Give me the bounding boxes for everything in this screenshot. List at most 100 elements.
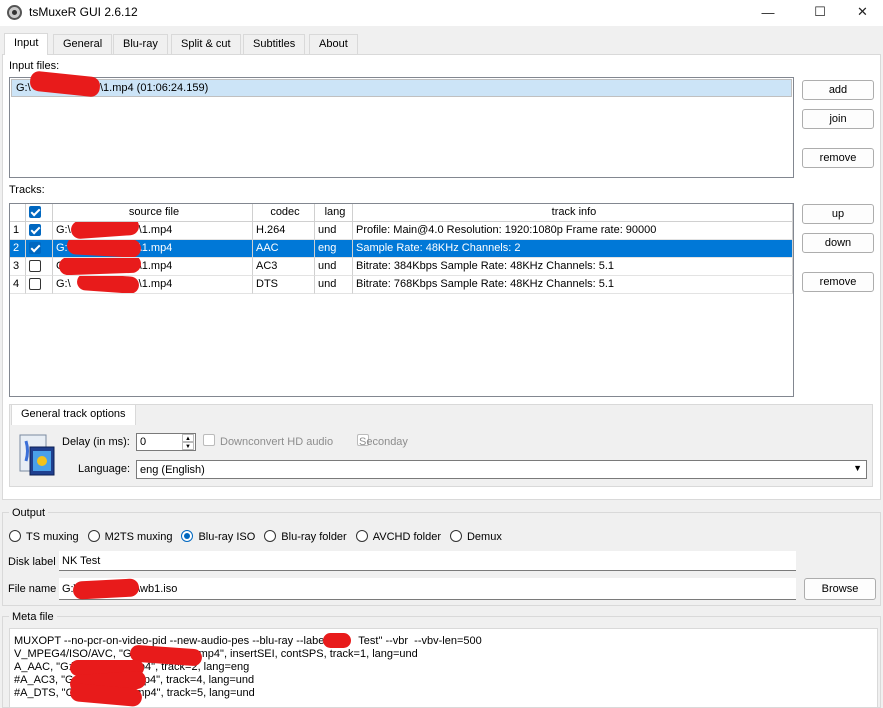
join-button[interactable]: join: [802, 109, 874, 129]
tab-subtitles[interactable]: Subtitles: [243, 34, 306, 54]
row-codec: DTS: [253, 276, 315, 294]
add-button[interactable]: add: [802, 80, 874, 100]
output-label: Output: [9, 507, 49, 519]
tab-about[interactable]: About: [309, 34, 358, 54]
up-button[interactable]: up: [802, 204, 874, 224]
row-number: 1: [10, 222, 26, 240]
row-info: Sample Rate: 48KHz Channels: 2: [353, 240, 793, 258]
language-value: eng (English): [140, 464, 205, 476]
radio-label: Demux: [466, 531, 502, 543]
window-title: tsMuxeR GUI 2.6.12: [29, 5, 138, 19]
meta-file-label: Meta file: [9, 611, 57, 623]
input-files-list[interactable]: G:\ \1.mp4 (01:06:24.159): [9, 70, 794, 178]
row-checkbox-cell[interactable]: [26, 276, 53, 294]
input-files-label: Input files:: [9, 60, 60, 72]
browse-button[interactable]: Browse: [804, 578, 876, 600]
radio-button[interactable]: [87, 530, 100, 542]
radio-label: Blu-ray folder: [281, 531, 347, 543]
meta-file-textarea[interactable]: MUXOPT --no-pcr-on-video-pid --new-audio…: [9, 628, 878, 708]
row-checkbox-cell[interactable]: [26, 258, 53, 276]
remove-file-button[interactable]: remove: [802, 148, 874, 168]
row-codec: AAC: [253, 240, 315, 258]
close-button[interactable]: ✕: [842, 0, 883, 24]
table-row[interactable]: 3 G:\\1.mp4 AC3 und Bitrate: 384Kbps Sam…: [10, 258, 793, 276]
header-check-all[interactable]: [26, 204, 53, 222]
header-row-number: [10, 204, 26, 222]
radio-button[interactable]: [181, 530, 194, 542]
header-codec[interactable]: codec: [253, 204, 315, 222]
maximize-button[interactable]: ☐: [797, 0, 843, 24]
redaction-mark: [76, 276, 140, 293]
row-number: 2: [10, 240, 26, 258]
row-source: G:\\1.mp4: [53, 276, 253, 294]
tracks-table[interactable]: source file codec lang track info 1 G:\ \…: [9, 203, 794, 397]
redaction-mark: [72, 578, 140, 600]
track-checkbox[interactable]: [29, 242, 41, 254]
input-file-suffix: \1.mp4 (01:06:24.159): [100, 82, 209, 94]
table-row[interactable]: 4 G:\ \1.mp4 DTS und Bitrate: 768Kbps Sam…: [10, 276, 793, 294]
row-source: G:\\1.mp4: [53, 258, 253, 276]
row-info: Profile: Main@4.0 Resolution: 1920:1080p…: [353, 222, 793, 240]
check-all-checkbox[interactable]: [29, 206, 41, 218]
radio-button[interactable]: [449, 530, 462, 542]
radio-m2ts-muxing[interactable]: M2TS muxing: [87, 528, 173, 543]
radio-demux[interactable]: Demux: [449, 528, 502, 543]
row-codec: H.264: [253, 222, 315, 240]
track-checkbox[interactable]: [29, 224, 41, 236]
disk-label-input[interactable]: NK Test: [59, 551, 796, 571]
row-checkbox-cell[interactable]: [26, 240, 53, 258]
row-lang: eng: [315, 240, 353, 258]
tab-blu-ray[interactable]: Blu-ray: [113, 34, 168, 54]
tab-general[interactable]: General: [53, 34, 113, 54]
secondary-label: Seconday: [359, 436, 408, 448]
language-select[interactable]: eng (English) ▼: [136, 460, 867, 479]
table-row[interactable]: 1 G:\ \1.mp4 H.264 und Profile: Main@4.0 …: [10, 222, 793, 240]
header-lang[interactable]: lang: [315, 204, 353, 222]
tab-split-cut[interactable]: Split & cut: [171, 34, 241, 54]
remove-track-button[interactable]: remove: [802, 272, 874, 292]
minimize-button[interactable]: —: [745, 0, 791, 24]
radio-label: TS muxing: [26, 531, 79, 543]
radio-blu-ray-iso[interactable]: Blu-ray ISO: [181, 528, 255, 543]
redaction-mark: [66, 240, 142, 257]
output-mode-radios: TS muxing M2TS muxing Blu-ray ISO Blu-ra…: [9, 528, 502, 543]
radio-button[interactable]: [355, 530, 368, 542]
file-name-input[interactable]: G:\ \wb1.iso: [59, 578, 796, 600]
radio-ts-muxing[interactable]: TS muxing: [9, 528, 79, 543]
row-checkbox-cell[interactable]: [26, 222, 53, 240]
header-source-file[interactable]: source file: [53, 204, 253, 222]
spin-down-icon[interactable]: ▼: [182, 442, 194, 450]
track-checkbox[interactable]: [29, 260, 41, 272]
file-name-label: File name: [8, 583, 57, 595]
chevron-down-icon: ▼: [853, 463, 862, 473]
radio-blu-ray-folder[interactable]: Blu-ray folder: [264, 528, 347, 543]
disk-label-value: NK Test: [62, 555, 101, 567]
radio-button[interactable]: [264, 530, 277, 542]
radio-label: Blu-ray ISO: [198, 531, 256, 543]
spin-up-icon[interactable]: ▲: [182, 434, 194, 442]
row-number: 4: [10, 276, 26, 294]
track-checkbox[interactable]: [29, 278, 41, 290]
file-name-suffix: \wb1.iso: [137, 583, 178, 595]
delay-value: 0: [140, 436, 147, 448]
row-info: Bitrate: 768Kbps Sample Rate: 48KHz Chan…: [353, 276, 793, 294]
downconvert-checkbox[interactable]: [203, 434, 215, 446]
source-prefix: G:\: [56, 278, 71, 290]
tab-input[interactable]: Input: [4, 33, 49, 55]
row-number: 3: [10, 258, 26, 276]
table-row[interactable]: 2 G:\ \1.mp4 AAC eng Sample Rate: 48KHz C…: [10, 240, 793, 258]
radio-button[interactable]: [9, 530, 21, 542]
delay-label: Delay (in ms):: [62, 436, 130, 448]
header-track-info[interactable]: track info: [353, 204, 793, 222]
title-bar: tsMuxeR GUI 2.6.12 — ☐ ✕: [0, 0, 883, 26]
radio-label: M2TS muxing: [104, 531, 173, 543]
radio-avchd-folder[interactable]: AVCHD folder: [355, 528, 441, 543]
delay-spinbox[interactable]: 0 ▲ ▼: [136, 433, 196, 451]
down-button[interactable]: down: [802, 233, 874, 253]
row-source: G:\\1.mp4: [53, 240, 253, 258]
input-file-item[interactable]: G:\ \1.mp4 (01:06:24.159): [11, 70, 792, 98]
disk-label-label: Disk label: [8, 556, 56, 568]
tab-general-track-options[interactable]: General track options: [11, 404, 136, 425]
tracks-label: Tracks:: [9, 184, 45, 196]
input-file-prefix: G:\: [16, 82, 31, 94]
